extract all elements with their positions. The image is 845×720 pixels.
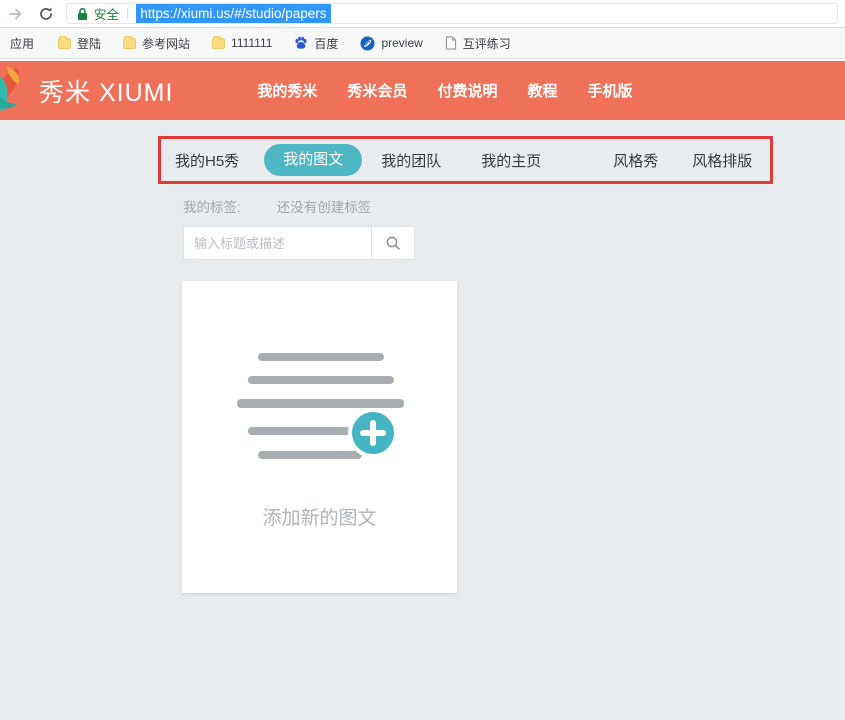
- add-new-paper-card[interactable]: 添加新的图文: [182, 281, 457, 593]
- tags-label: 我的标签:: [183, 196, 241, 216]
- bookmark-label: 1111111: [231, 36, 272, 50]
- secure-lock-icon: [77, 7, 88, 21]
- secure-label: 安全: [94, 4, 119, 23]
- tab-my-team[interactable]: 我的团队: [381, 150, 441, 171]
- text-line: [248, 376, 394, 384]
- folder-icon: [212, 38, 225, 49]
- address-separator: |: [126, 6, 129, 21]
- nav-payment-info[interactable]: 付费说明: [437, 80, 497, 101]
- logo-text[interactable]: 秀米 XIUMI: [39, 73, 173, 109]
- bookmark-label: 登陆: [77, 35, 101, 52]
- baidu-paw-icon: [294, 36, 308, 50]
- bookmark-folder-reference[interactable]: 参考网站: [123, 35, 190, 52]
- forward-button[interactable]: [6, 4, 26, 24]
- folder-icon: [123, 38, 136, 49]
- nav-membership[interactable]: 秀米会员: [347, 80, 407, 101]
- tab-my-homepage[interactable]: 我的主页: [481, 150, 541, 171]
- bookmark-label: preview: [381, 36, 422, 50]
- browser-toolbar: 安全 | https://xiumi.us/#/studio/papers: [0, 0, 845, 27]
- bookmark-label: 参考网站: [142, 35, 190, 52]
- tab-my-papers-active[interactable]: 我的图文: [264, 144, 362, 176]
- text-line: [258, 451, 362, 459]
- tags-empty-text: 还没有创建标签: [277, 196, 372, 216]
- bookmark-preview[interactable]: preview: [360, 36, 422, 51]
- bookmark-folder-1111111[interactable]: 1111111: [212, 36, 272, 50]
- tab-style-show[interactable]: 风格秀: [613, 150, 658, 171]
- address-bar[interactable]: 安全 | https://xiumi.us/#/studio/papers: [66, 3, 838, 24]
- studio-content: 我的H5秀 我的图文 我的团队 我的主页 风格秀 风格排版 我的标签: 还没有创…: [0, 120, 845, 720]
- bookmarks-bar: 应用 登陆 参考网站 1111111 百度 preview: [0, 28, 845, 59]
- reload-icon: [38, 6, 54, 22]
- preview-favicon: [360, 36, 375, 51]
- bookmark-label: 百度: [314, 35, 338, 52]
- search-input[interactable]: [183, 226, 371, 260]
- bookmark-folder-login[interactable]: 登陆: [58, 35, 101, 52]
- url-text-selected[interactable]: https://xiumi.us/#/studio/papers: [136, 4, 330, 23]
- text-line: [258, 353, 384, 361]
- search-icon: [385, 235, 401, 251]
- tags-row: 我的标签: 还没有创建标签: [183, 196, 371, 216]
- forward-arrow-icon: [8, 6, 24, 22]
- search-button[interactable]: [371, 226, 415, 260]
- nav-tutorial[interactable]: 教程: [527, 80, 557, 101]
- bookmark-baidu[interactable]: 百度: [294, 35, 338, 52]
- xiumi-logo-icon: [0, 66, 35, 116]
- tab-style-layout[interactable]: 风格排版: [692, 150, 752, 171]
- site-header: 秀米 XIUMI 我的秀米 秀米会员 付费说明 教程 手机版: [0, 61, 845, 120]
- folder-icon: [58, 38, 71, 49]
- add-card-label: 添加新的图文: [182, 503, 457, 530]
- nav-mobile[interactable]: 手机版: [587, 80, 632, 101]
- bookmark-peer-review[interactable]: 互评练习: [445, 35, 511, 52]
- apps-label[interactable]: 应用: [10, 35, 34, 52]
- studio-tabs-highlighted: 我的H5秀 我的图文 我的团队 我的主页 风格秀 风格排版: [158, 136, 773, 184]
- text-line: [237, 399, 404, 408]
- search-row: [183, 226, 415, 260]
- tab-my-h5[interactable]: 我的H5秀: [175, 150, 239, 171]
- nav-my-xiumi[interactable]: 我的秀米: [257, 80, 317, 101]
- bookmark-label: 互评练习: [463, 35, 511, 52]
- reload-button[interactable]: [36, 4, 56, 24]
- page-icon: [445, 36, 457, 50]
- add-plus-icon: [348, 408, 398, 458]
- site-nav: 我的秀米 秀米会员 付费说明 教程 手机版: [257, 80, 662, 101]
